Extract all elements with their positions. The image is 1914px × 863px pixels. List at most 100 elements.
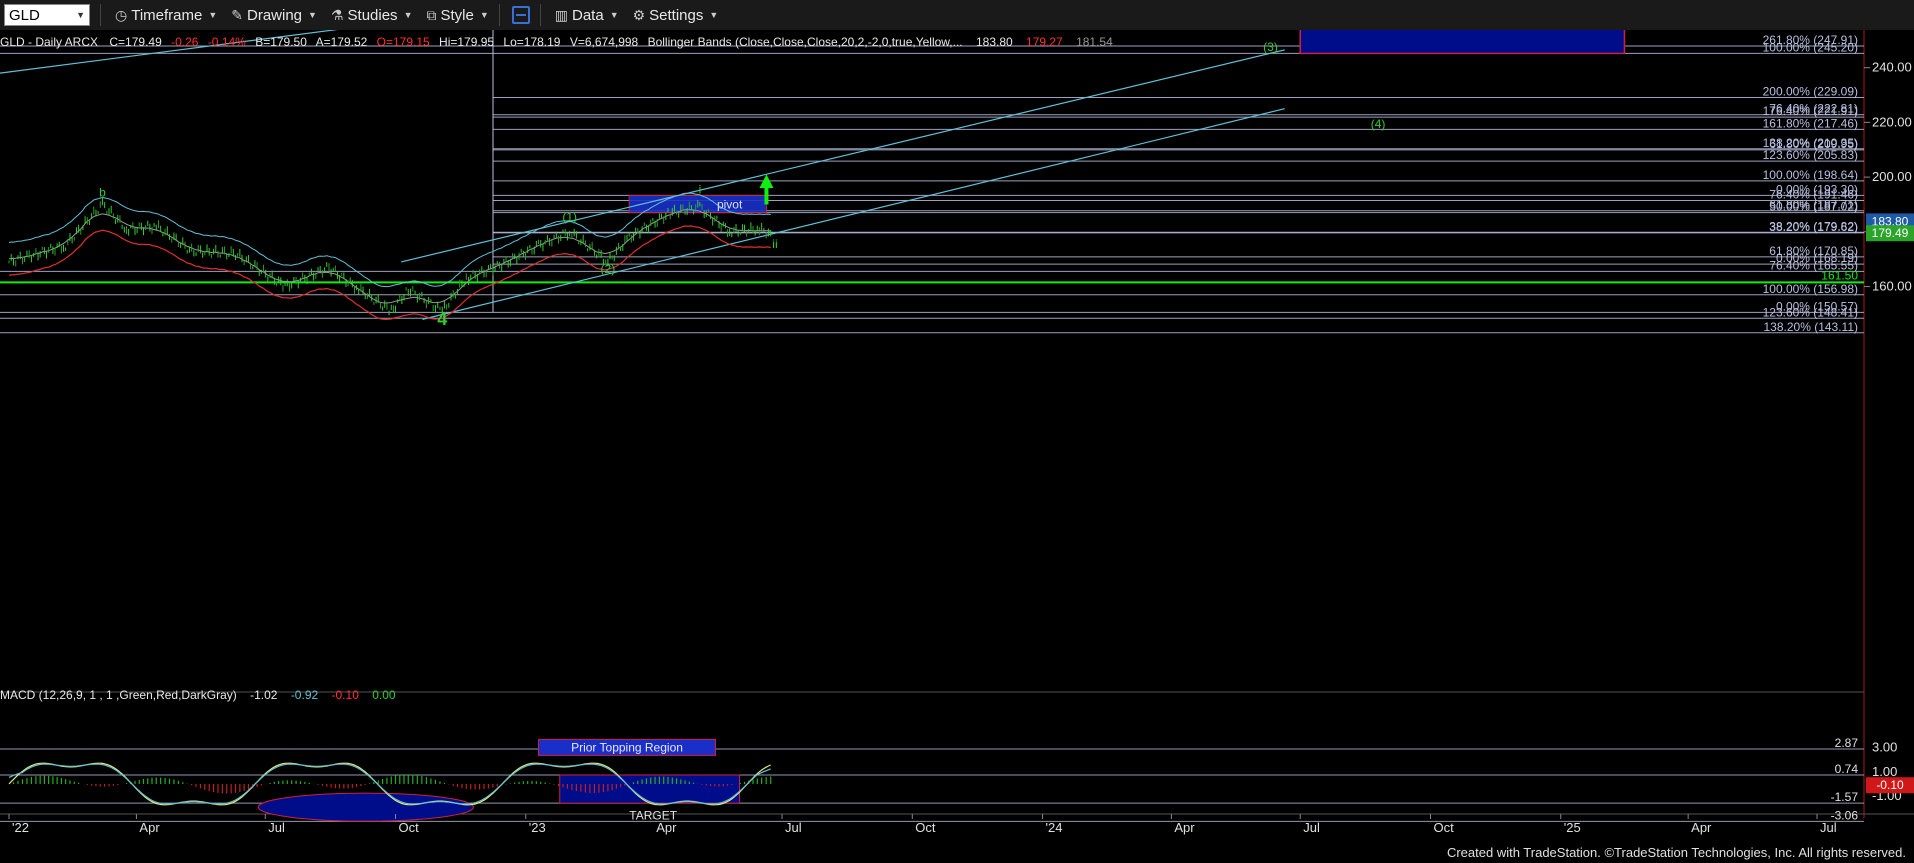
fib-label: 138.20% (143.11) [1763, 320, 1858, 334]
macd-tick-label: 1.00 [1872, 764, 1897, 779]
macd-name: MACD (12,26,9, 1 , 1 ,Green,Red,DarkGray… [0, 688, 237, 702]
price-tick-label: 160.00 [1872, 279, 1912, 294]
macd-current-value: -0.10 [1876, 778, 1904, 792]
bar-chart-icon: ▥ [554, 6, 568, 23]
time-tick-label: '22 [12, 820, 29, 835]
chart-background [0, 30, 1914, 848]
bollinger-lower: 179.27 [1026, 35, 1063, 49]
time-tick-label: Apr [1691, 820, 1712, 835]
wave-label: 4 [437, 309, 447, 329]
volume-value: V=6,674,998 [570, 35, 639, 49]
toolbar-divider [498, 4, 500, 26]
open-value: O=179.15 [377, 35, 430, 49]
time-tick-label: '24 [1046, 820, 1063, 835]
change-pct: -0.14% [208, 35, 246, 49]
time-tick-label: Apr [139, 820, 160, 835]
bollinger-upper: 183.80 [976, 35, 1013, 49]
fib-label: 123.60% (148.41) [1763, 305, 1858, 319]
style-menu[interactable]: ⧉ Style ▼ [426, 7, 488, 24]
macd-value-4: 0.00 [372, 688, 396, 702]
macd-level-label: 0.74 [1835, 762, 1859, 776]
macd-level-label: -1.57 [1831, 790, 1859, 804]
wave-label: (3) [1263, 40, 1278, 54]
clock-icon: ◷ [115, 6, 128, 23]
macd-tick-label: 3.00 [1872, 739, 1897, 754]
fib-label: 100.00% (245.20) [1763, 40, 1858, 54]
time-tick-label: '25 [1564, 820, 1581, 835]
price-tick-label: 200.00 [1872, 169, 1912, 184]
fib-label: 38.20% (179.62) [1769, 220, 1858, 234]
footer-copyright: Created with TradeStation. ©TradeStation… [1446, 845, 1906, 860]
support-label: 161.50 [1821, 268, 1858, 282]
bollinger-mid: 181.54 [1076, 35, 1113, 49]
symbol-value: GLD [9, 6, 40, 24]
time-tick-label: Jul [1820, 820, 1837, 835]
timeframe-menu[interactable]: ◷ Timeframe ▼ [115, 7, 217, 24]
symbol-name: GLD - Daily ARCX [0, 35, 98, 49]
macd-value-2: -0.92 [291, 688, 319, 702]
data-label: Data [572, 6, 604, 24]
fib-label: 123.60% (205.83) [1763, 148, 1858, 162]
high-value: Hi=179.95 [439, 35, 494, 49]
fib-label: 161.80% (217.46) [1763, 116, 1858, 130]
gear-icon: ⚙ [632, 6, 646, 23]
chevron-down-icon: ▼ [76, 10, 85, 20]
macd-value-1: -1.02 [250, 688, 278, 702]
settings-menu[interactable]: ⚙ Settings ▼ [633, 7, 719, 24]
toolbar-divider [539, 4, 541, 26]
fib-label: 200.00% (229.09) [1763, 85, 1858, 99]
price-tick-label: 220.00 [1872, 114, 1912, 129]
studies-menu[interactable]: ⚗ Studies ▼ [331, 7, 413, 24]
target-ellipse [257, 792, 474, 822]
close-value: C=179.49 [109, 35, 162, 49]
target-box [1299, 30, 1626, 55]
wave-label: (2) [601, 262, 616, 276]
symbol-input[interactable]: GLD ▼ [4, 4, 90, 26]
studies-label: Studies [347, 6, 398, 24]
prior-topping-label: Prior Topping Region [571, 740, 683, 754]
settings-label: Settings [649, 6, 704, 24]
change-value: -0.26 [171, 35, 199, 49]
macd-value-3: -0.10 [332, 688, 360, 702]
drawing-label: Drawing [247, 6, 303, 24]
timeframe-label: Timeframe [131, 6, 203, 24]
style-label: Style [440, 6, 474, 24]
layout-icon[interactable] [511, 6, 530, 24]
time-tick-label: Oct [399, 820, 420, 835]
data-menu[interactable]: ▥ Data ▼ [555, 7, 619, 24]
flask-icon: ⚗ [330, 6, 344, 23]
time-tick-label: Oct [1433, 820, 1454, 835]
drawing-menu[interactable]: ✎ Drawing ▼ [231, 7, 317, 24]
chevron-down-icon: ▼ [308, 10, 317, 20]
low-value: Lo=178.19 [503, 35, 560, 49]
time-tick-label: Apr [1174, 820, 1195, 835]
wave-label: ii [772, 237, 777, 251]
chevron-down-icon: ▼ [403, 10, 413, 20]
wave-label: i [699, 183, 702, 197]
last-price-value: 179.49 [1872, 226, 1909, 240]
toolbar: GLD ▼ ◷ Timeframe ▼ ✎ Drawing ▼ ⚗ Studie… [0, 0, 1914, 31]
macd-level-label: 2.87 [1835, 736, 1859, 750]
time-tick-label: Oct [915, 820, 936, 835]
time-tick-label: Jul [268, 820, 285, 835]
chevron-down-icon: ▼ [479, 10, 489, 20]
ask-value: A=179.52 [316, 35, 368, 49]
time-tick-label: Jul [785, 820, 802, 835]
wave-label: pivot [717, 198, 743, 212]
fib-label: 100.00% (198.64) [1763, 168, 1858, 182]
price-tick-label: 240.00 [1872, 60, 1912, 75]
chevron-down-icon: ▼ [709, 10, 719, 20]
time-tick-label: Jul [1303, 820, 1320, 835]
wave-label: (4) [1371, 117, 1386, 131]
chevron-down-icon: ▼ [609, 10, 619, 20]
bollinger-label: Bollinger Bands (Close,Close,Close,20,2,… [648, 35, 963, 49]
prior-topping-box [559, 774, 741, 804]
fib-label: 100.00% (156.98) [1763, 282, 1858, 296]
macd-header: MACD (12,26,9, 1 , 1 ,Green,Red,DarkGray… [0, 688, 396, 702]
wave-label: b [99, 185, 106, 199]
price-chart[interactable]: 138.20% (281.35)123.60% (267.53)300.00% … [0, 30, 1914, 848]
time-tick-label: '23 [529, 820, 546, 835]
fib-label: 50.00% (187.02) [1769, 200, 1858, 214]
chevron-down-icon: ▼ [208, 10, 218, 20]
pencil-icon: ✎ [231, 6, 243, 23]
